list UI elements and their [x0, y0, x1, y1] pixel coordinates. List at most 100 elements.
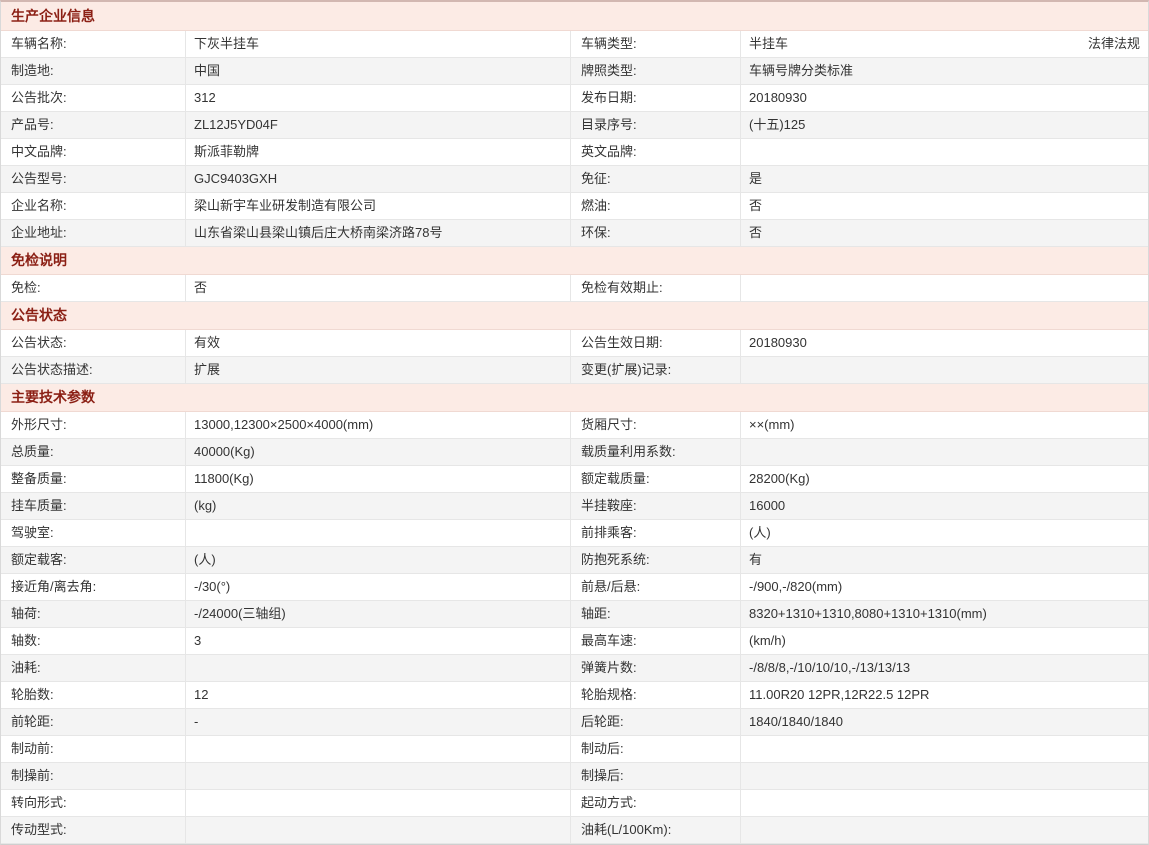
field-value: 13000,12300×2500×4000(mm): [186, 412, 571, 438]
field-label: 产品号:: [1, 112, 186, 138]
field-value: (人): [186, 547, 571, 573]
field-value: [741, 139, 1148, 165]
field-value: (kg): [186, 493, 571, 519]
field-value: 1840/1840/1840: [741, 709, 1148, 735]
field-label: 发布日期:: [571, 85, 741, 111]
field-value: (人): [741, 520, 1148, 546]
field-value: (km/h): [741, 628, 1148, 654]
field-value: 斯派菲勒牌: [186, 139, 571, 165]
section-header: 主要技术参数: [1, 384, 1148, 412]
section-header: 免检说明: [1, 247, 1148, 275]
table-row: 中文品牌:斯派菲勒牌英文品牌:: [1, 139, 1148, 166]
field-value: 否: [741, 193, 1148, 219]
field-value: -: [186, 709, 571, 735]
table-row: 轮胎数:12轮胎规格:11.00R20 12PR,12R22.5 12PR: [1, 682, 1148, 709]
field-value-text: (人): [749, 520, 771, 546]
field-value: ZL12J5YD04F: [186, 112, 571, 138]
field-label: 油耗(L/100Km):: [571, 817, 741, 843]
field-value: 8320+1310+1310,8080+1310+1310(mm): [741, 601, 1148, 627]
field-value: [186, 736, 571, 762]
table-row: 企业地址:山东省梁山县梁山镇后庄大桥南梁济路78号环保:否: [1, 220, 1148, 247]
field-value: 20180930: [741, 85, 1148, 111]
table-row: 制造地:中国牌照类型:车辆号牌分类标准: [1, 58, 1148, 85]
field-value-text: (十五)125: [749, 112, 805, 138]
field-value: GJC9403GXH: [186, 166, 571, 192]
field-value: -/24000(三轴组): [186, 601, 571, 627]
field-value: 12: [186, 682, 571, 708]
field-value: [186, 817, 571, 843]
field-value: 16000: [741, 493, 1148, 519]
field-label: 制操前:: [1, 763, 186, 789]
field-value-text: 否: [749, 193, 762, 219]
field-value: 28200(Kg): [741, 466, 1148, 492]
field-value-text: 11.00R20 12PR,12R22.5 12PR: [749, 682, 929, 708]
field-value: [741, 763, 1148, 789]
table-row: 公告状态:有效公告生效日期:20180930: [1, 330, 1148, 357]
field-value-text: 16000: [749, 493, 785, 519]
field-label: 制造地:: [1, 58, 186, 84]
field-label: 环保:: [571, 220, 741, 246]
table-row: 外形尺寸:13000,12300×2500×4000(mm)货厢尺寸: ××(mm…: [1, 412, 1148, 439]
field-value: 否: [186, 275, 571, 301]
field-value: -/30(°): [186, 574, 571, 600]
field-label: 后轮距:: [571, 709, 741, 735]
field-value: 有: [741, 547, 1148, 573]
field-value: [741, 439, 1148, 465]
field-label: 牌照类型:: [571, 58, 741, 84]
table-row: 企业名称:梁山新宇车业研发制造有限公司燃油:否: [1, 193, 1148, 220]
field-label: 额定载质量:: [571, 466, 741, 492]
field-value-text: -/8/8/8,-/10/10/10,-/13/13/13: [749, 655, 910, 681]
field-label: 公告批次:: [1, 85, 186, 111]
field-label: 制动前:: [1, 736, 186, 762]
field-value: [741, 736, 1148, 762]
field-label: 免征:: [571, 166, 741, 192]
field-label: 轴数:: [1, 628, 186, 654]
field-value-text: 有: [749, 547, 762, 573]
table-row: 免检:否免检有效期止:: [1, 275, 1148, 302]
field-value: 20180930: [741, 330, 1148, 356]
field-label: 企业地址:: [1, 220, 186, 246]
field-label: 传动型式:: [1, 817, 186, 843]
table-row: 车辆名称:下灰半挂车车辆类型:半挂车法律法规: [1, 31, 1148, 58]
field-value-text: (km/h): [749, 628, 786, 654]
field-label: 前排乘客:: [571, 520, 741, 546]
field-label: 公告状态:: [1, 330, 186, 356]
field-value-text: 否: [749, 220, 762, 246]
table-row: 前轮距:-后轮距: 1840/1840/1840: [1, 709, 1148, 736]
table-row: 转向形式:起动方式:: [1, 790, 1148, 817]
field-value-text: -/900,-/820(mm): [749, 574, 842, 600]
table-row: 整备质量:11800(Kg)额定载质量:28200(Kg): [1, 466, 1148, 493]
field-label: 整备质量:: [1, 466, 186, 492]
section-header: 公告状态: [1, 302, 1148, 330]
field-value: [741, 357, 1148, 383]
vehicle-info-table: 生产企业信息车辆名称:下灰半挂车车辆类型:半挂车法律法规制造地:中国牌照类型:车…: [0, 0, 1149, 845]
field-label: 前悬/后悬:: [571, 574, 741, 600]
field-value-text: ××(mm): [749, 412, 795, 438]
field-label: 轮胎数:: [1, 682, 186, 708]
field-value-text: 8320+1310+1310,8080+1310+1310(mm): [749, 601, 987, 627]
table-row: 驾驶室:前排乘客:(人): [1, 520, 1148, 547]
field-value: (十五)125: [741, 112, 1148, 138]
table-row: 轴荷:-/24000(三轴组)轴距:8320+1310+1310,8080+13…: [1, 601, 1148, 628]
field-label: 目录序号:: [571, 112, 741, 138]
table-row: 传动型式: 油耗(L/100Km):: [1, 817, 1148, 844]
field-label: 最高车速:: [571, 628, 741, 654]
field-label: 总质量:: [1, 439, 186, 465]
field-value: 中国: [186, 58, 571, 84]
legal-regulations-link[interactable]: 法律法规: [1088, 31, 1140, 57]
field-value-text: 1840/1840/1840: [749, 709, 843, 735]
field-value: [186, 520, 571, 546]
field-label: 起动方式:: [571, 790, 741, 816]
field-label: 公告型号:: [1, 166, 186, 192]
field-label: 货厢尺寸:: [571, 412, 741, 438]
field-value: [741, 790, 1148, 816]
field-label: 中文品牌:: [1, 139, 186, 165]
field-label: 前轮距:: [1, 709, 186, 735]
field-value: 车辆号牌分类标准: [741, 58, 1148, 84]
field-value: [186, 790, 571, 816]
field-label: 挂车质量:: [1, 493, 186, 519]
field-value: 下灰半挂车: [186, 31, 571, 57]
field-value: -/900,-/820(mm): [741, 574, 1148, 600]
field-label: 外形尺寸:: [1, 412, 186, 438]
field-value: 半挂车法律法规: [741, 31, 1148, 57]
